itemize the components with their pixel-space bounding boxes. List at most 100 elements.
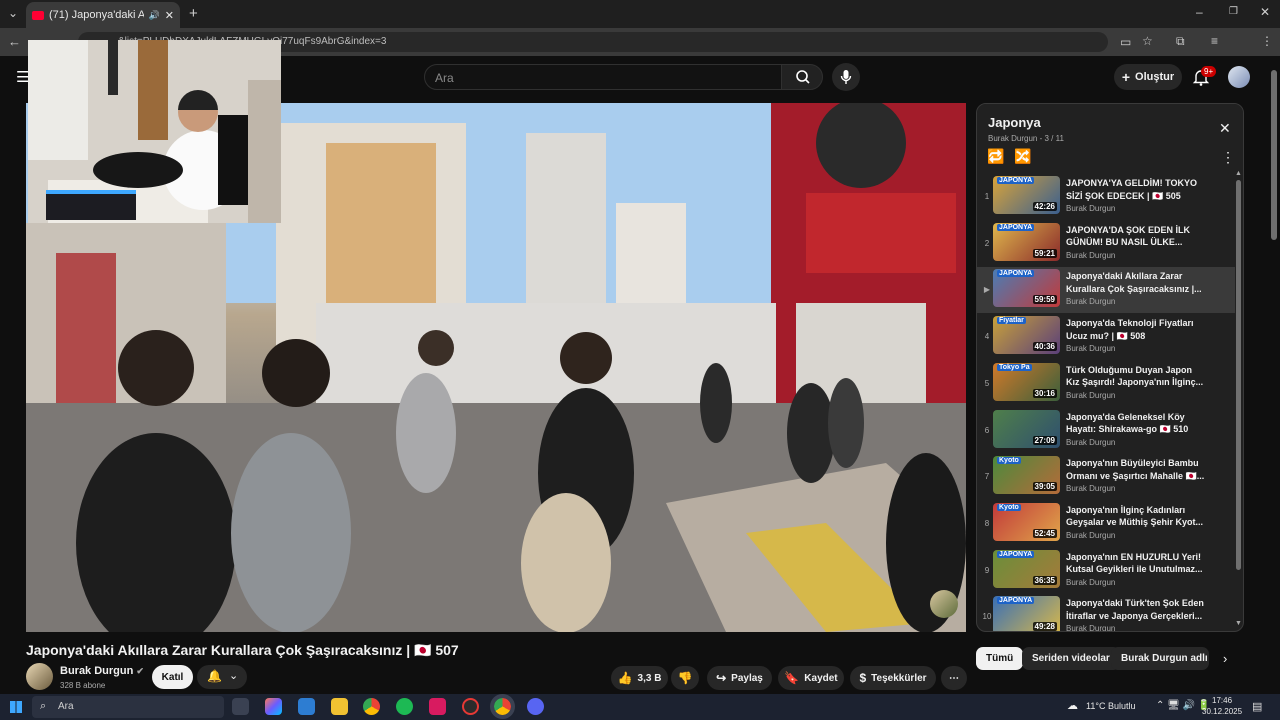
subscribe-bell-button[interactable]: 🔔 ⌄ bbox=[197, 665, 247, 689]
like-button[interactable]: 👍 3,3 B bbox=[611, 666, 668, 690]
playlist-item-channel: Burak Durgun bbox=[1066, 344, 1116, 354]
close-icon[interactable]: ✕ bbox=[1219, 120, 1231, 137]
playlist-item[interactable]: 2 JAPONYA 59:21 JAPONYA'DA ŞOK EDEN İLK GÜN… bbox=[977, 221, 1235, 267]
playlist-item-thumbnail[interactable]: Fiyatlar 40:36 bbox=[993, 316, 1060, 355]
playlist-scrollbar[interactable] bbox=[1236, 180, 1241, 570]
task-view-icon[interactable] bbox=[232, 698, 249, 715]
playlist-menu-icon[interactable]: ⋮ bbox=[1221, 149, 1235, 166]
playlist-item[interactable]: 5 Tokyo Pa 30:16 Türk Olduğumu Duyan Japon … bbox=[977, 361, 1235, 407]
page-scrollbar[interactable] bbox=[1271, 70, 1277, 240]
channel-name[interactable]: Burak Durgun ✔ bbox=[60, 665, 144, 677]
playlist-item-thumbnail[interactable]: JAPONYA 42:26 bbox=[993, 176, 1060, 214]
playlist-item-channel: Burak Durgun bbox=[1066, 484, 1116, 494]
playlist-item[interactable]: 1 JAPONYA 42:26 JAPONYA'YA GELDİM! TOKYO Sİ… bbox=[977, 174, 1235, 220]
browser-menu-icon[interactable]: ⋮ bbox=[1261, 34, 1273, 48]
playlist-item-title[interactable]: Japonya'da Teknoloji Fiyatları Ucuz mu? … bbox=[1066, 317, 1206, 342]
chip-series-videos[interactable]: Seriden videolar bbox=[1022, 647, 1120, 670]
share-button[interactable]: ↪ Paylaş bbox=[707, 666, 772, 690]
playlist-item-channel: Burak Durgun bbox=[1066, 297, 1116, 307]
playlist-item-thumbnail[interactable]: Kyoto 52:45 bbox=[993, 502, 1060, 541]
file-explorer-icon[interactable] bbox=[331, 698, 348, 715]
tab-search-icon[interactable]: ⌄ bbox=[8, 6, 18, 20]
playlist-item[interactable]: 9 JAPONYA 36:35 Japonya'nın EN HUZURLU Yeri… bbox=[977, 548, 1235, 594]
playlist-scroll-up-icon[interactable]: ▲ bbox=[1235, 170, 1242, 177]
playlist-item-title[interactable]: Japonya'nın EN HUZURLU Yeri! Kutsal Geyi… bbox=[1066, 551, 1206, 576]
chrome-icon[interactable] bbox=[363, 698, 380, 715]
chip-all[interactable]: Tümü bbox=[976, 647, 1024, 670]
playlist-item-index: 9 bbox=[984, 565, 990, 575]
join-button[interactable]: Katıl bbox=[152, 665, 193, 689]
playlist-item-title[interactable]: Japonya'daki Türk'ten Şok Eden İtiraflar… bbox=[1066, 597, 1206, 622]
playlist-item-thumbnail[interactable]: JAPONYA 59:21 bbox=[993, 222, 1060, 261]
create-button[interactable]: + Oluştur bbox=[1114, 64, 1182, 90]
playlist-item[interactable]: ▶ JAPONYA 59:59 Japonya'daki Akıllara Zarar… bbox=[977, 267, 1235, 314]
reading-list-icon[interactable]: ≡ bbox=[1211, 34, 1218, 48]
app-dark-icon[interactable] bbox=[462, 698, 479, 715]
store-icon[interactable] bbox=[298, 698, 315, 715]
playlist-item-title[interactable]: Japonya'da Geleneksel Köy Hayatı: Shirak… bbox=[1066, 411, 1206, 436]
search-button[interactable] bbox=[781, 64, 823, 90]
extensions-icon[interactable]: ⧉ bbox=[1176, 34, 1185, 49]
search-input[interactable]: Ara bbox=[424, 64, 782, 90]
playlist-item-title[interactable]: Japonya'nın İlginç Kadınları Geyşalar ve… bbox=[1066, 504, 1206, 529]
thanks-icon: $ bbox=[859, 671, 867, 685]
more-actions-button[interactable]: ⋯ bbox=[941, 666, 967, 690]
thanks-label: Teşekkürler bbox=[871, 672, 927, 684]
playlist-item-thumbnail[interactable]: 27:09 bbox=[993, 409, 1060, 448]
notification-center-icon[interactable]: ▤ bbox=[1252, 700, 1262, 713]
playlist-item-thumbnail[interactable]: Kyoto 39:05 bbox=[993, 456, 1060, 495]
loop-icon[interactable]: 🔁 bbox=[987, 148, 1004, 165]
thanks-button[interactable]: $ Teşekkürler bbox=[850, 666, 936, 690]
bookmark-star-icon[interactable]: ☆ bbox=[1142, 34, 1153, 48]
app-red-icon[interactable] bbox=[429, 698, 446, 715]
app-purple-icon[interactable] bbox=[527, 698, 544, 715]
copilot-icon[interactable] bbox=[265, 698, 282, 715]
windows-start-icon[interactable] bbox=[10, 701, 22, 713]
tab-close-icon[interactable]: ✕ bbox=[165, 9, 174, 22]
close-window-icon[interactable]: ✕ bbox=[1260, 5, 1270, 19]
playlist-item-index: 6 bbox=[984, 425, 990, 435]
share-label: Paylaş bbox=[731, 672, 763, 684]
playlist-item-thumbnail[interactable]: JAPONYA 49:28 bbox=[993, 596, 1060, 631]
playlist-item[interactable]: 4 Fiyatlar 40:36 Japonya'da Teknoloji Fiyat… bbox=[977, 314, 1235, 360]
weather-text[interactable]: 11°C Bulutlu bbox=[1086, 701, 1135, 711]
taskbar-clock[interactable]: 17:46 30.12.2025 bbox=[1202, 695, 1242, 717]
chips-next-icon[interactable]: › bbox=[1223, 651, 1227, 666]
spotify-icon[interactable] bbox=[396, 698, 413, 715]
account-avatar[interactable] bbox=[1228, 66, 1250, 88]
playlist-item[interactable]: 7 Kyoto 39:05 Japonya'nın Büyüleyici Bambu … bbox=[977, 454, 1235, 500]
back-icon[interactable]: ← bbox=[8, 34, 21, 49]
dislike-button[interactable]: 👎 bbox=[671, 666, 699, 690]
browser-tab-active[interactable]: (71) Japonya'daki Akıllara Z 🔊 ✕ bbox=[26, 2, 180, 28]
restore-window-icon[interactable]: ❐ bbox=[1229, 6, 1238, 17]
video-duration: 42:26 bbox=[1032, 202, 1057, 211]
weather-icon: ☁ bbox=[1067, 700, 1078, 712]
playlist-item[interactable]: 10 JAPONYA 49:28 Japonya'daki Türk'ten Şok … bbox=[977, 594, 1235, 631]
playlist-item-thumbnail[interactable]: Tokyo Pa 30:16 bbox=[993, 362, 1060, 401]
video-duration: 40:36 bbox=[1032, 342, 1057, 352]
video-duration: 30:16 bbox=[1032, 388, 1057, 398]
playlist-item-title[interactable]: JAPONYA'DA ŞOK EDEN İLK GÜNÜM! BU NASIL … bbox=[1066, 224, 1206, 249]
tab-audio-icon[interactable]: 🔊 bbox=[149, 10, 160, 21]
chip-channel-videos[interactable]: Burak Durgun adlı yü bbox=[1111, 647, 1209, 670]
playlist-item[interactable]: 6 27:09 Japonya'da Geleneksel Köy Hayatı: … bbox=[977, 408, 1235, 454]
minimize-window-icon[interactable]: – bbox=[1196, 5, 1203, 19]
notification-count-badge: 9+ bbox=[1201, 66, 1217, 77]
playlist-item-title[interactable]: Japonya'nın Büyüleyici Bambu Ormanı ve Ş… bbox=[1066, 457, 1206, 482]
cast-icon[interactable]: ▭ bbox=[1120, 35, 1131, 49]
playlist-item-title[interactable]: Japonya'daki Akıllara Zarar Kurallara Ço… bbox=[1066, 270, 1206, 295]
taskbar-search-input[interactable]: Ara bbox=[32, 696, 224, 718]
channel-avatar[interactable] bbox=[26, 663, 53, 690]
playlist-item-thumbnail[interactable]: JAPONYA 36:35 bbox=[993, 549, 1060, 588]
chrome-active-icon[interactable] bbox=[490, 694, 515, 719]
shuffle-icon[interactable]: 🔀 bbox=[1014, 148, 1031, 165]
save-button[interactable]: 🔖 Kaydet bbox=[778, 666, 844, 690]
playlist-item[interactable]: 8 Kyoto 52:45 Japonya'nın İlginç Kadınları … bbox=[977, 501, 1235, 547]
voice-search-button[interactable] bbox=[832, 63, 860, 91]
new-tab-icon[interactable]: + bbox=[189, 5, 198, 22]
playlist-item-title[interactable]: JAPONYA'YA GELDİM! TOKYO SİZİ ŞOK EDECEK… bbox=[1066, 177, 1206, 202]
playlist-scroll-down-icon[interactable]: ▼ bbox=[1235, 620, 1242, 627]
playlist-title[interactable]: Japonya bbox=[988, 115, 1041, 130]
playlist-item-title[interactable]: Türk Olduğumu Duyan Japon Kız Şaşırdı! J… bbox=[1066, 364, 1206, 389]
playlist-item-thumbnail[interactable]: JAPONYA 59:59 bbox=[993, 269, 1060, 308]
